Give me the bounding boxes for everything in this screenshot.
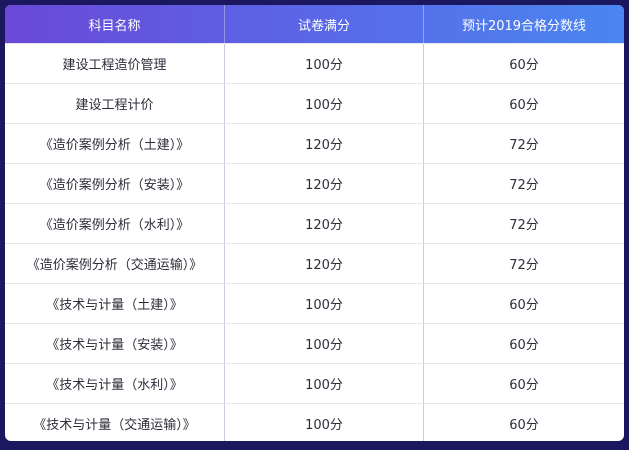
table-row: 《造价案例分析（交通运输）》 120分 72分 [5,243,624,283]
passing-score-cell: 60分 [509,418,539,433]
full-score-cell: 100分 [225,284,424,323]
table-row: 建设工程造价管理 100分 60分 [5,43,624,83]
subject-cell: 建设工程造价管理 [5,44,225,83]
score-table: 科目名称 试卷满分 预计2019合格分数线 建设工程造价管理 100分 60分 … [5,5,624,441]
passing-score-cell: 72分 [509,258,539,273]
passing-score-cell: 60分 [509,98,539,113]
header-passing-score: 预计2019合格分数线 [461,18,587,34]
table-row: 《造价案例分析（水利）》 120分 72分 [5,203,624,243]
full-score-cell: 120分 [225,124,424,163]
subject-cell: 《造价案例分析（交通运输）》 [5,244,225,283]
full-score-cell: 100分 [225,324,424,363]
passing-score-cell: 72分 [509,138,539,153]
passing-score-cell: 60分 [509,338,539,353]
table-row: 《造价案例分析（安装）》 120分 72分 [5,163,624,203]
table-row: 《技术与计量（水利）》 100分 60分 [5,363,624,403]
passing-score-cell: 60分 [509,378,539,393]
passing-score-cell: 72分 [509,178,539,193]
full-score-cell: 100分 [225,364,424,403]
subject-cell: 《造价案例分析（土建）》 [5,124,225,163]
subject-cell: 《技术与计量（交通运输）》 [5,404,225,441]
passing-score-cell: 60分 [509,298,539,313]
table-row: 《技术与计量（安装）》 100分 60分 [5,323,624,363]
subject-cell: 《造价案例分析（水利）》 [5,204,225,243]
full-score-cell: 120分 [225,164,424,203]
table-row: 《技术与计量（交通运输）》 100分 60分 [5,403,624,441]
table-header: 科目名称 试卷满分 预计2019合格分数线 [5,5,624,43]
table-row: 《造价案例分析（土建）》 120分 72分 [5,123,624,163]
table-row: 建设工程计价 100分 60分 [5,83,624,123]
full-score-cell: 100分 [225,84,424,123]
header-full-score: 试卷满分 [225,5,424,43]
subject-cell: 《技术与计量（土建）》 [5,284,225,323]
subject-cell: 《技术与计量（水利）》 [5,364,225,403]
passing-score-cell: 72分 [509,218,539,233]
full-score-cell: 100分 [225,404,424,441]
full-score-cell: 100分 [225,44,424,83]
full-score-cell: 120分 [225,244,424,283]
full-score-cell: 120分 [225,204,424,243]
subject-cell: 《技术与计量（安装）》 [5,324,225,363]
subject-cell: 《造价案例分析（安装）》 [5,164,225,203]
passing-score-cell: 60分 [509,58,539,73]
table-row: 《技术与计量（土建）》 100分 60分 [5,283,624,323]
header-subject: 科目名称 [5,5,225,43]
subject-cell: 建设工程计价 [5,84,225,123]
